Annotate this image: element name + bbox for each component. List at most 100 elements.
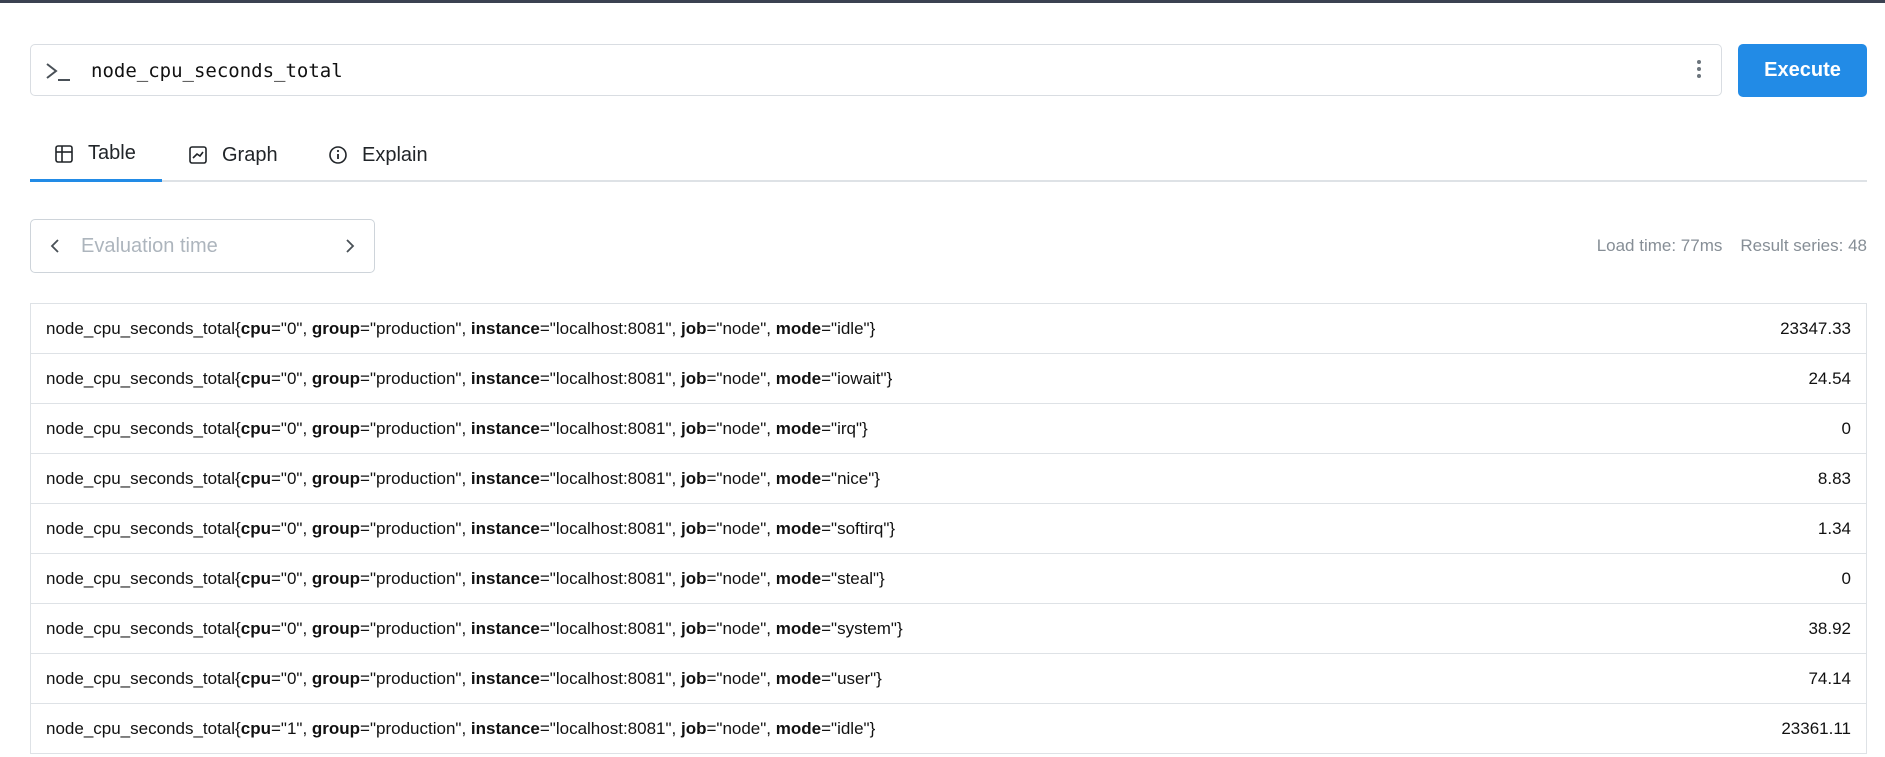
table-row: node_cpu_seconds_total{cpu="1", group="p… bbox=[31, 704, 1866, 754]
label-key: job bbox=[680, 318, 707, 338]
label-key: group bbox=[311, 718, 361, 738]
tab-table[interactable]: Table bbox=[30, 132, 162, 182]
label-value: node bbox=[722, 468, 761, 488]
tab-explain[interactable]: Explain bbox=[328, 132, 458, 182]
sample-value: 0 bbox=[1841, 418, 1851, 438]
label-value: 0 bbox=[286, 368, 297, 388]
series-label: node_cpu_seconds_total{cpu="0", group="p… bbox=[46, 668, 882, 688]
label-key: group bbox=[311, 568, 361, 588]
label-key: instance bbox=[470, 368, 540, 388]
label-key: cpu bbox=[240, 468, 271, 488]
label-key: group bbox=[311, 318, 361, 338]
sample-value: 23361.11 bbox=[1781, 718, 1851, 738]
metric-name: node_cpu_seconds_total bbox=[46, 468, 236, 488]
label-key: group bbox=[311, 368, 361, 388]
chevron-right-icon[interactable] bbox=[340, 235, 360, 257]
label-key: cpu bbox=[240, 418, 271, 438]
metric-name: node_cpu_seconds_total bbox=[46, 518, 236, 538]
label-value: node bbox=[722, 618, 761, 638]
label-value: 0 bbox=[286, 468, 297, 488]
label-value: system bbox=[837, 618, 891, 638]
table-row: node_cpu_seconds_total{cpu="0", group="p… bbox=[31, 454, 1866, 504]
label-key: mode bbox=[775, 568, 822, 588]
label-key: mode bbox=[775, 318, 822, 338]
label-value: production bbox=[376, 668, 456, 688]
label-value: production bbox=[376, 568, 456, 588]
label-value: localhost:8081 bbox=[555, 518, 666, 538]
label-key: cpu bbox=[240, 318, 271, 338]
label-key: instance bbox=[470, 568, 540, 588]
chevron-left-icon[interactable] bbox=[45, 235, 65, 257]
query-row: node_cpu_seconds_total Execute bbox=[30, 44, 1867, 98]
sample-value: 8.83 bbox=[1817, 468, 1851, 488]
label-value: nice bbox=[837, 468, 869, 488]
sample-value: 23347.33 bbox=[1780, 318, 1851, 338]
label-key: mode bbox=[775, 518, 822, 538]
tab-label: Explain bbox=[362, 143, 428, 166]
tab-graph[interactable]: Graph bbox=[188, 132, 298, 182]
table-icon bbox=[55, 144, 73, 163]
label-value: idle bbox=[837, 318, 864, 338]
label-value: localhost:8081 bbox=[555, 418, 666, 438]
metric-name: node_cpu_seconds_total bbox=[46, 568, 236, 588]
label-value: 0 bbox=[286, 668, 297, 688]
label-value: production bbox=[376, 718, 456, 738]
label-value: localhost:8081 bbox=[555, 318, 666, 338]
metric-name: node_cpu_seconds_total bbox=[46, 318, 236, 338]
label-value: 0 bbox=[286, 568, 297, 588]
metric-name: node_cpu_seconds_total bbox=[46, 418, 236, 438]
label-value: production bbox=[376, 518, 456, 538]
label-key: job bbox=[680, 618, 707, 638]
evaluation-time-input[interactable] bbox=[81, 230, 321, 262]
terminal-prompt-icon bbox=[46, 63, 70, 81]
label-value: localhost:8081 bbox=[555, 568, 666, 588]
label-value: localhost:8081 bbox=[555, 618, 666, 638]
more-options-icon[interactable] bbox=[1695, 60, 1703, 82]
label-value: irq bbox=[837, 418, 856, 438]
label-key: mode bbox=[775, 618, 822, 638]
label-key: cpu bbox=[240, 718, 271, 738]
label-key: job bbox=[680, 418, 707, 438]
label-value: 0 bbox=[286, 318, 297, 338]
label-key: group bbox=[311, 668, 361, 688]
tab-label: Table bbox=[88, 142, 136, 164]
label-value: idle bbox=[837, 718, 864, 738]
label-value: node bbox=[722, 718, 761, 738]
label-value: steal bbox=[837, 568, 873, 588]
label-key: mode bbox=[775, 418, 822, 438]
table-row: node_cpu_seconds_total{cpu="0", group="p… bbox=[31, 554, 1866, 604]
label-value: production bbox=[376, 418, 456, 438]
label-key: job bbox=[680, 568, 707, 588]
view-tabs: Table Graph Explain bbox=[30, 132, 1867, 182]
label-key: cpu bbox=[240, 568, 271, 588]
metric-name: node_cpu_seconds_total bbox=[46, 368, 236, 388]
label-key: instance bbox=[470, 418, 540, 438]
label-value: node bbox=[722, 418, 761, 438]
label-key: mode bbox=[775, 668, 822, 688]
label-key: job bbox=[680, 718, 707, 738]
series-label: node_cpu_seconds_total{cpu="0", group="p… bbox=[46, 418, 868, 438]
label-value: 0 bbox=[286, 518, 297, 538]
label-value: localhost:8081 bbox=[555, 368, 666, 388]
label-value: 0 bbox=[286, 418, 297, 438]
label-value: node bbox=[722, 568, 761, 588]
label-value: localhost:8081 bbox=[555, 468, 666, 488]
label-value: softirq bbox=[837, 518, 884, 538]
table-row: node_cpu_seconds_total{cpu="0", group="p… bbox=[31, 404, 1866, 454]
sample-value: 0 bbox=[1841, 568, 1851, 588]
table-row: node_cpu_seconds_total{cpu="0", group="p… bbox=[31, 304, 1866, 354]
metric-name: node_cpu_seconds_total bbox=[46, 668, 236, 688]
execute-button[interactable]: Execute bbox=[1738, 44, 1867, 97]
label-value: node bbox=[722, 518, 761, 538]
label-key: group bbox=[311, 418, 361, 438]
label-key: cpu bbox=[240, 518, 271, 538]
label-value: localhost:8081 bbox=[555, 718, 666, 738]
results-table: node_cpu_seconds_total{cpu="0", group="p… bbox=[30, 303, 1867, 754]
query-expression[interactable]: node_cpu_seconds_total bbox=[91, 59, 343, 83]
label-value: localhost:8081 bbox=[555, 668, 666, 688]
series-label: node_cpu_seconds_total{cpu="0", group="p… bbox=[46, 318, 876, 338]
label-key: instance bbox=[470, 718, 540, 738]
label-key: mode bbox=[775, 718, 822, 738]
query-input-box[interactable]: node_cpu_seconds_total bbox=[30, 44, 1722, 96]
label-key: group bbox=[311, 518, 361, 538]
